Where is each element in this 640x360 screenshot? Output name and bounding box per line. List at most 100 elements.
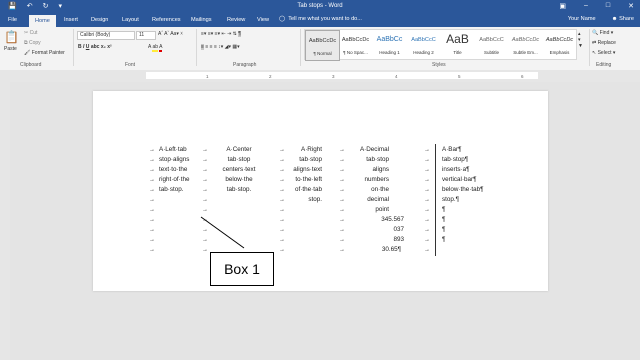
clipboard-group-label: Clipboard <box>20 62 42 68</box>
tab-references[interactable]: References <box>152 16 181 25</box>
tell-me-box[interactable]: ◯ Tell me what you want to do... <box>279 16 362 22</box>
tab-arrow-mark: → <box>149 187 155 193</box>
find-button[interactable]: 🔍 Find ▾ <box>592 30 613 36</box>
center-tab-text: A·Center <box>226 146 252 153</box>
increase-indent-icon[interactable]: ⇥ <box>227 31 231 37</box>
tab-arrow-mark: → <box>279 197 285 203</box>
style-preview: AaBbCcDc <box>511 37 540 43</box>
style-name: ¶ No Spac... <box>343 50 368 55</box>
tab-view[interactable]: View <box>257 16 269 25</box>
style-heading-1[interactable]: AaBbCc Heading 1 <box>373 30 406 59</box>
style-subtle-emphasis[interactable]: AaBbCcDc Subtle Em... <box>509 30 542 59</box>
align-right-icon[interactable]: ≡ <box>210 44 213 50</box>
cut-button[interactable]: ✂ Cut <box>24 30 37 36</box>
bar-tab-text: ¶ <box>442 236 446 243</box>
ruler-number: 5 <box>458 74 461 79</box>
center-tab-text: centers·text <box>222 166 256 173</box>
style-name: Title <box>453 50 462 55</box>
bar-tab-text: inserts·a¶ <box>442 166 470 173</box>
bold-icon[interactable]: B <box>78 44 82 50</box>
tab-arrow-mark: → <box>424 247 430 253</box>
sort-icon[interactable]: ⇅ <box>233 31 237 37</box>
tab-arrow-mark: → <box>202 207 208 213</box>
bullets-icon[interactable]: ≡▾ <box>201 31 206 37</box>
paste-button[interactable]: Paste <box>4 46 17 52</box>
font-face-select[interactable]: Calibri (Body) <box>77 31 135 40</box>
font-group-label: Font <box>125 62 136 68</box>
minimize-button[interactable]: – <box>584 2 588 10</box>
styles-scroll-icon[interactable]: ▴ ▾ ▼ <box>578 31 583 49</box>
format-painter-button[interactable]: 🖌 Format Painter <box>24 50 65 56</box>
ribbon: 📋 Paste ✂ Cut ⧉ Copy 🖌 Format Painter Cl… <box>0 27 640 71</box>
decimal-tab-text: 30.65¶ <box>381 246 401 253</box>
style-title[interactable]: AaB Title <box>441 30 474 59</box>
replace-button[interactable]: ⇄ Replace <box>592 40 616 46</box>
highlight-icon[interactable]: ab <box>152 44 159 52</box>
left-tab-text: tab·stop. <box>159 186 184 193</box>
tab-arrow-mark: → <box>279 157 285 163</box>
tab-insert[interactable]: Insert <box>64 16 78 25</box>
style-no-spacing[interactable]: AaBbCcDc ¶ No Spac... <box>339 30 372 59</box>
style-name: Heading 1 <box>379 50 400 55</box>
grow-font-icon[interactable]: Aˆ Aˇ Aa▾ ☓ <box>158 31 183 37</box>
subscript-icon[interactable]: x₂ <box>101 44 106 50</box>
vertical-ruler[interactable] <box>0 82 10 360</box>
paste-icon[interactable]: 📋 <box>4 31 19 43</box>
tab-layout[interactable]: Layout <box>122 16 139 25</box>
tab-mailings[interactable]: Mailings <box>191 16 212 25</box>
text-effects-icon[interactable]: A <box>148 44 151 50</box>
strikethrough-icon[interactable]: abc <box>91 44 100 50</box>
style-normal[interactable]: AaBbCcDc ¶ Normal <box>305 30 340 61</box>
copy-label: Copy <box>28 40 41 46</box>
superscript-icon[interactable]: x² <box>107 44 111 50</box>
font-color-icon[interactable]: A <box>159 44 163 52</box>
right-tab-text: aligns·text <box>293 166 322 173</box>
style-name: ¶ Normal <box>313 51 332 56</box>
share-button[interactable]: ☻ Share <box>612 16 634 22</box>
italic-icon[interactable]: I <box>83 44 84 50</box>
shading-icon[interactable]: ◢▾ <box>225 44 231 50</box>
numbering-icon[interactable]: ≡▾ <box>208 31 213 37</box>
tab-arrow-mark: → <box>339 217 345 223</box>
align-center-icon[interactable]: ≡ <box>205 44 208 50</box>
tab-arrow-mark: → <box>424 147 430 153</box>
borders-icon[interactable]: ▦▾ <box>232 44 239 50</box>
tab-arrow-mark: → <box>424 207 430 213</box>
tab-arrow-mark: → <box>424 177 430 183</box>
close-button[interactable]: ✕ <box>628 2 634 10</box>
ruler-number: 3 <box>332 74 335 79</box>
tab-arrow-mark: → <box>149 167 155 173</box>
style-subtitle[interactable]: AaBbCcC Subtitle <box>475 30 508 59</box>
decimal-tab-text: aligns <box>372 166 389 173</box>
copy-button[interactable]: ⧉ Copy <box>24 40 41 46</box>
bar-tab-text: ¶ <box>442 226 446 233</box>
align-left-icon[interactable]: ≡ <box>201 44 204 50</box>
show-marks-icon[interactable]: ¶ <box>238 31 241 37</box>
tab-home[interactable]: Home <box>29 15 56 27</box>
user-name[interactable]: Your Name <box>568 16 596 22</box>
style-preview: AaBbCcC <box>479 37 504 43</box>
style-emphasis[interactable]: AaBbCcDc Emphasis <box>543 30 576 59</box>
left-tab-text: A·Left·tab <box>159 146 187 153</box>
tab-arrow-mark: → <box>424 197 430 203</box>
tab-design[interactable]: Design <box>91 16 108 25</box>
decrease-indent-icon[interactable]: ⇤ <box>221 31 225 37</box>
replace-label: Replace <box>597 40 616 46</box>
tab-file[interactable]: File <box>8 16 17 25</box>
ruler-number: 4 <box>395 74 398 79</box>
tab-review[interactable]: Review <box>227 16 245 25</box>
right-tab-text: to·the·left <box>295 176 322 183</box>
underline-icon[interactable]: U <box>86 44 90 50</box>
multilevel-icon[interactable]: ≡▾ <box>215 31 220 37</box>
decimal-tab-text: on·the <box>371 186 389 193</box>
maximize-button[interactable]: □ <box>606 2 610 10</box>
ribbon-display-icon[interactable]: ▣ <box>559 2 566 10</box>
justify-icon[interactable]: ≡ <box>214 44 217 50</box>
window-title: Tab stops - Word <box>297 3 343 9</box>
title-bar: 💾 ↶ ↻ ▾ Tab stops - Word ▣ – □ ✕ <box>0 0 640 14</box>
line-spacing-icon[interactable]: ↕▾ <box>218 44 223 50</box>
select-button[interactable]: ↖ Select ▾ <box>592 50 615 56</box>
font-size-select[interactable]: 11 <box>136 31 156 40</box>
center-tab-text: tab·stop. <box>226 186 252 193</box>
style-heading-2[interactable]: AaBbCcC Heading 2 <box>407 30 440 59</box>
